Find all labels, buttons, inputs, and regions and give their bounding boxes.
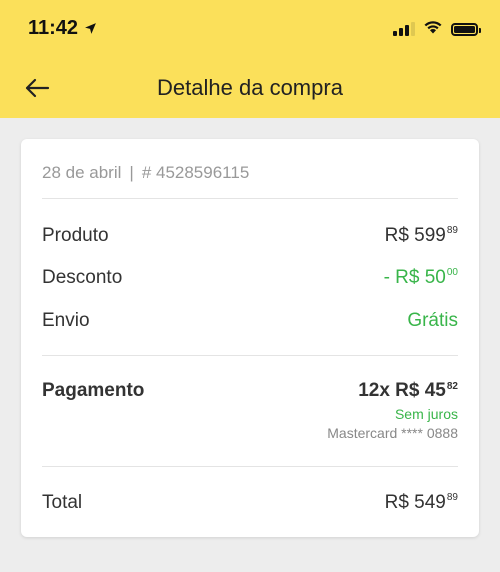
- desconto-label: Desconto: [42, 267, 123, 288]
- envio-label: Envio: [42, 310, 90, 331]
- total-price: R$ 549 89: [384, 492, 458, 513]
- desconto-price: - R$ 50 00: [383, 267, 458, 288]
- app-header: 11:42 Detalhe da compra: [0, 0, 500, 118]
- row-envio: Envio Grátis: [42, 310, 458, 332]
- divider: [42, 355, 458, 356]
- installment-amount: 12x R$ 45 82: [358, 380, 458, 401]
- order-number: # 4528596115: [141, 163, 250, 182]
- status-bar-indicators: [393, 19, 481, 39]
- divider: [42, 198, 458, 199]
- location-arrow-icon: [84, 22, 97, 35]
- envio-value: Grátis: [407, 310, 458, 331]
- status-bar-time: 11:42: [28, 17, 97, 40]
- purchase-detail-card: 28 de abril | # 4528596115 Produto R$ 59…: [21, 139, 479, 537]
- time-label: 11:42: [28, 17, 79, 39]
- page-title: Detalhe da compra: [157, 75, 343, 100]
- produto-price: R$ 599 89: [384, 225, 458, 246]
- payment-details: 12x R$ 45 82 Sem juros Mastercard **** 08…: [327, 380, 458, 441]
- battery-icon: [451, 22, 481, 36]
- row-pagamento: Pagamento 12x R$ 45 82 Sem juros Masterca…: [42, 380, 458, 441]
- row-produto: Produto R$ 599 89: [42, 225, 458, 247]
- wifi-icon: [423, 19, 443, 39]
- order-meta: 28 de abril | # 4528596115: [42, 163, 249, 183]
- divider: [42, 466, 458, 467]
- pagamento-label: Pagamento: [42, 380, 145, 401]
- card-info: Mastercard **** 0888: [327, 425, 458, 441]
- cellular-signal-icon: [393, 22, 415, 36]
- produto-label: Produto: [42, 225, 109, 246]
- order-date: 28 de abril: [42, 163, 122, 182]
- row-total: Total R$ 549 89: [42, 492, 458, 514]
- total-label: Total: [42, 492, 83, 513]
- row-desconto: Desconto - R$ 50 00: [42, 267, 458, 289]
- installment-note: Sem juros: [394, 406, 458, 422]
- meta-separator: |: [129, 163, 134, 182]
